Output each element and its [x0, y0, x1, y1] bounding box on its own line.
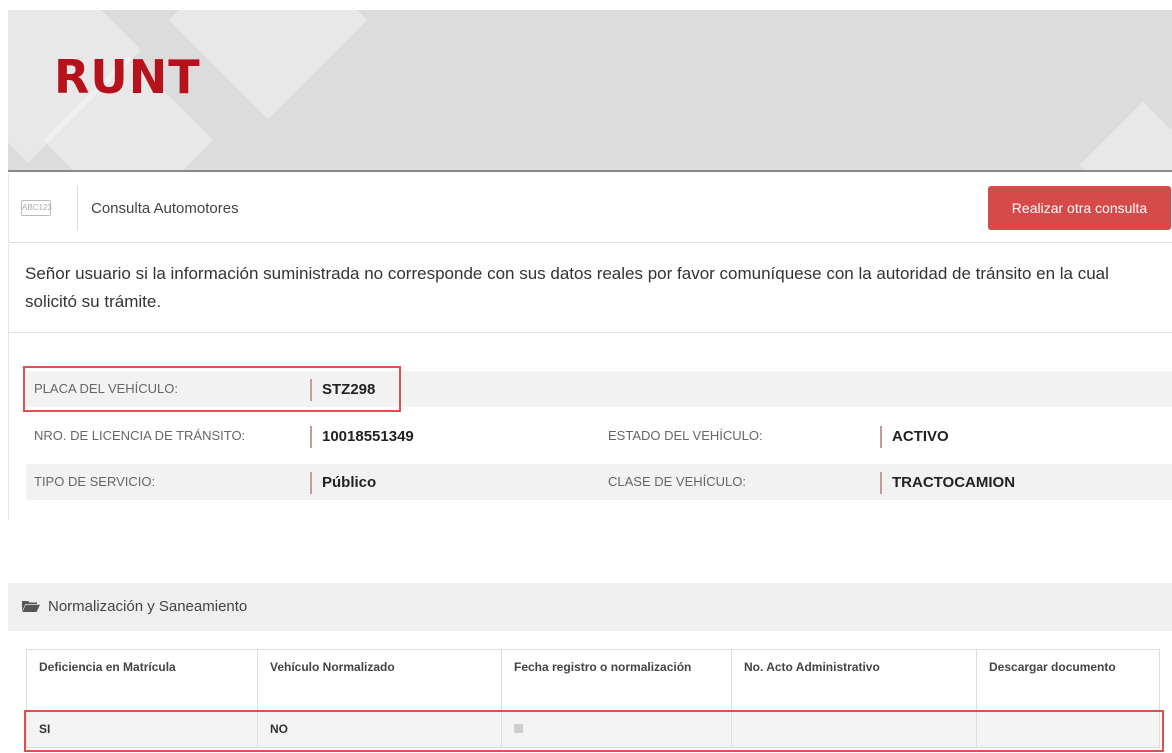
divider: [77, 186, 78, 230]
column-header: Fecha registro o normalización: [501, 649, 732, 711]
page-title: Consulta Automotores: [91, 200, 239, 217]
clase-value: TRACTOCAMION: [880, 472, 1015, 494]
column-header: Descargar documento: [976, 649, 1160, 711]
row-highlight: [24, 710, 1164, 752]
new-query-button[interactable]: Realizar otra consulta: [988, 186, 1171, 230]
runt-logo: RUNT: [54, 50, 201, 104]
notice-panel: Señor usuario si la información suminist…: [8, 244, 1172, 333]
section-title: Normalización y Saneamiento: [48, 598, 248, 615]
folder-open-icon: [22, 601, 40, 612]
estado-value: ACTIVO: [880, 426, 949, 448]
notice-text: Señor usuario si la información suminist…: [25, 264, 1109, 311]
section-header[interactable]: Normalización y Saneamiento: [8, 583, 1172, 631]
vehicle-row-licencia: NRO. DE LICENCIA DE TRÁNSITO: 1001855134…: [26, 418, 1172, 454]
table-header-row: Deficiencia en Matrícula Vehículo Normal…: [26, 649, 1160, 711]
header-banner: RUNT: [8, 10, 1172, 172]
estado-label: ESTADO DEL VEHÍCULO:: [608, 428, 763, 443]
licencia-label: NRO. DE LICENCIA DE TRÁNSITO:: [34, 428, 246, 443]
column-header: Vehículo Normalizado: [257, 649, 502, 711]
abc123-icon: ABC123: [21, 200, 52, 216]
page-toolbar: ABC123 Consulta Automotores Realizar otr…: [8, 174, 1172, 243]
vehicle-row-servicio: TIPO DE SERVICIO: Público CLASE DE VEHÍC…: [26, 464, 1172, 500]
servicio-label: TIPO DE SERVICIO:: [34, 474, 156, 489]
licencia-value: 10018551349: [310, 426, 414, 448]
servicio-value: Público: [310, 472, 376, 494]
placa-highlight: [23, 366, 401, 412]
column-header: Deficiencia en Matrícula: [26, 649, 258, 711]
clase-label: CLASE DE VEHÍCULO:: [608, 474, 746, 489]
column-header: No. Acto Administrativo: [731, 649, 977, 711]
